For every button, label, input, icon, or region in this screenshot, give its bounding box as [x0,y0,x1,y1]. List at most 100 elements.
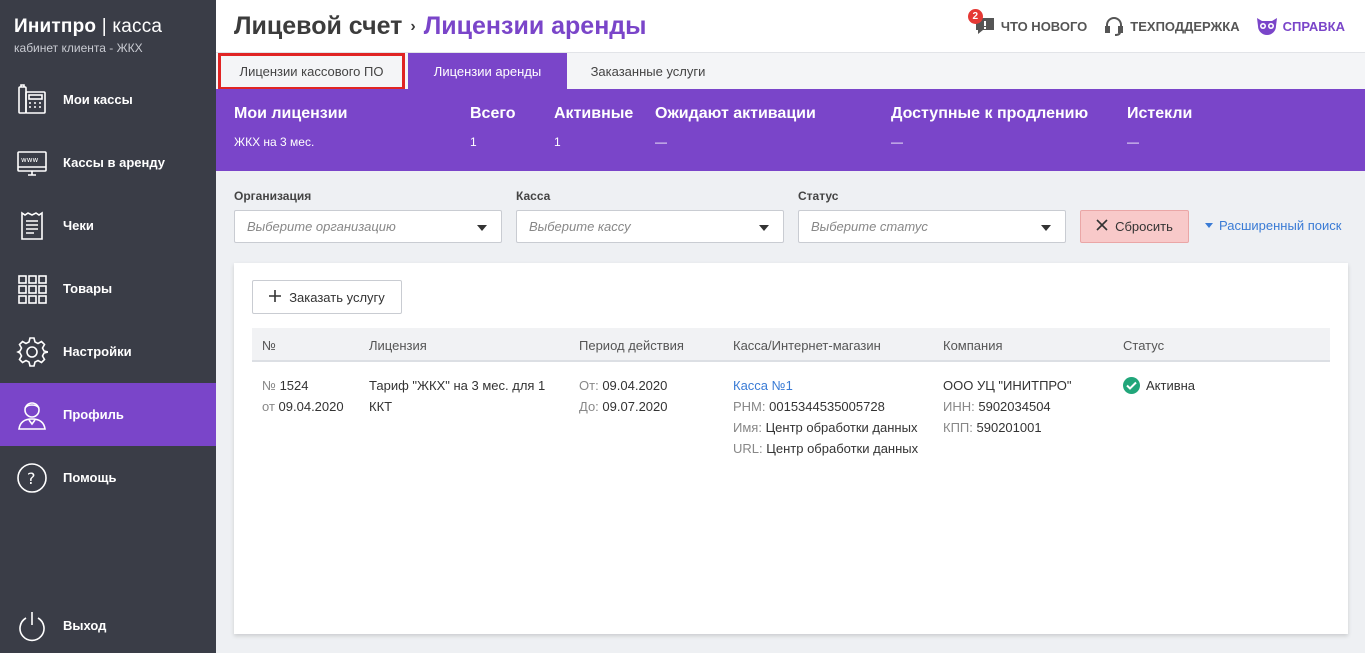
breadcrumb-parent[interactable]: Лицевой счет [234,12,402,40]
user-icon [15,398,49,432]
summary-value: — [655,135,667,149]
brand-separator: | [101,16,107,37]
whats-new-link[interactable]: 2 ЧТО НОВОГО [967,9,1088,36]
inn-value: 5902034504 [978,399,1051,414]
sidebar-item-rental-registers[interactable]: www Кассы в аренду [0,131,216,194]
caret-down-icon [1205,223,1213,228]
help-link[interactable]: СПРАВКА [1256,16,1345,36]
brand-logo[interactable]: Инитпро | касса кабинет клиента - ЖКХ [14,16,162,55]
license-name-line1: Тариф "ЖКХ" на 3 мес. для 1 [369,378,546,393]
sidebar-item-settings[interactable]: Настройки [0,320,216,383]
date-prefix: от [262,399,275,414]
tab-label: Заказанные услуги [590,64,706,79]
organization-placeholder: Выберите организацию [247,219,396,234]
summary-head: Ожидают активации [655,105,816,122]
power-icon [15,609,49,643]
table-row: № 1524 от 09.04.2020 Тариф "ЖКХ" на 3 ме… [252,371,1330,461]
summary-head: Истекли [1127,105,1193,122]
breadcrumb-current: Лицензии аренды [423,12,647,40]
column-header-period: Период действия [579,338,684,353]
rnm-label: РНМ: [733,399,766,414]
chevron-down-icon [1041,225,1051,231]
status-select[interactable]: Выберите статус [798,210,1066,243]
reset-button[interactable]: Сбросить [1080,210,1189,243]
brand-name: Инитпро [14,16,97,37]
sidebar-item-label: Кассы в аренду [63,155,165,170]
top-header: Лицевой счет › Лицензии аренды 2 ЧТО НОВОГ… [216,0,1365,52]
summary-head: Доступные к продлению [891,105,1089,122]
status-text: Активна [1146,378,1196,393]
period-to-label: До: [579,399,599,414]
sidebar-item-label: Профиль [63,407,124,422]
summary-value: — [891,135,903,149]
tab-rental-licenses[interactable]: Лицензии аренды [408,53,567,90]
sidebar-item-my-registers[interactable]: Мои кассы [0,68,216,131]
brand-subtitle: кабинет клиента - ЖКХ [14,41,143,55]
summary-head: Мои лицензии [234,105,348,122]
advanced-search-label: Расширенный поиск [1219,218,1342,233]
number-prefix: № [262,378,276,393]
column-header-status: Статус [1123,338,1165,353]
sidebar-item-label: Товары [63,281,113,296]
sidebar-item-help[interactable]: ? Помощь [0,446,216,509]
summary-value: 1 [470,135,477,149]
company-name: ООО УЦ "ИНИТПРО" [943,378,1072,393]
svg-text:www: www [21,156,38,164]
sidebar-item-profile[interactable]: Профиль [0,383,216,446]
name-value: Центр обработки данных [765,420,918,435]
whats-new-label: ЧТО НОВОГО [1000,18,1088,34]
period-from: 09.04.2020 [602,378,668,393]
period-from-label: От: [579,378,599,393]
kpp-label: КПП: [943,420,973,435]
register-select[interactable]: Выберите кассу [516,210,784,243]
summary-pending: Ожидают активации — [655,105,816,149]
summary-value: — [1127,135,1139,149]
page-title: Лицевой счет › Лицензии аренды [234,12,647,41]
sidebar-item-products[interactable]: Товары [0,257,216,320]
support-link[interactable]: ТЕХПОДДЕРЖКА [1103,16,1240,36]
cell-register: Касса №1 РНМ: 0015344535005728 Имя: Цент… [733,375,918,459]
brand-product: касса [112,16,163,37]
support-label: ТЕХПОДДЕРЖКА [1130,18,1240,34]
sidebar-item-logout[interactable]: Выход [0,594,216,653]
chat-icon: 2 [967,9,996,36]
tab-label: Лицензии кассового ПО [239,64,384,79]
inn-label: ИНН: [943,399,975,414]
sidebar: Инитпро | касса кабинет клиента - ЖКХ Мо… [0,0,216,653]
column-header-number: № [262,338,276,353]
grid-icon [15,272,49,306]
name-label: Имя: [733,420,762,435]
licenses-card: Заказать услугу № Лицензия Период действ… [234,263,1348,634]
summary-value: 1 [554,135,561,149]
license-summary: Мои лицензии ЖКХ на 3 мес. Всего 1 Актив… [216,89,1365,171]
order-service-button[interactable]: Заказать услугу [252,280,402,314]
organization-select[interactable]: Выберите организацию [234,210,502,243]
url-label: URL: [733,441,763,456]
period-to: 09.07.2020 [602,399,668,414]
summary-head: Всего [470,105,516,122]
column-header-license: Лицензия [369,338,427,353]
notification-badge: 2 [967,9,983,24]
chevron-down-icon [759,225,769,231]
advanced-search-link[interactable]: Расширенный поиск [1205,218,1341,233]
url-value: Центр обработки данных [766,441,919,456]
status-placeholder: Выберите статус [811,219,928,234]
sidebar-item-label: Настройки [63,344,132,359]
column-header-register: Касса/Интернет-магазин [733,338,881,353]
help-label: СПРАВКА [1282,18,1345,34]
cash-register-icon [15,83,49,117]
header-links: 2 ЧТО НОВОГО ТЕХПОДДЕРЖКА СПРАВКА [967,9,1345,36]
sidebar-item-label: Выход [63,618,107,633]
organization-label: Организация [234,189,312,203]
tab-cash-software-licenses[interactable]: Лицензии кассового ПО [218,53,405,90]
brand-title: Инитпро | касса [14,16,162,38]
license-name-line2: ККТ [369,399,393,414]
sidebar-item-receipts[interactable]: Чеки [0,194,216,257]
kpp-value: 590201001 [976,420,1042,435]
www-monitor-icon: www [15,146,49,180]
headset-icon [1103,16,1125,36]
register-link[interactable]: Касса №1 [733,375,918,396]
cell-license: Тариф "ЖКХ" на 3 мес. для 1 ККТ [369,375,554,417]
tab-ordered-services[interactable]: Заказанные услуги [572,53,724,90]
check-circle-icon [1123,377,1140,394]
